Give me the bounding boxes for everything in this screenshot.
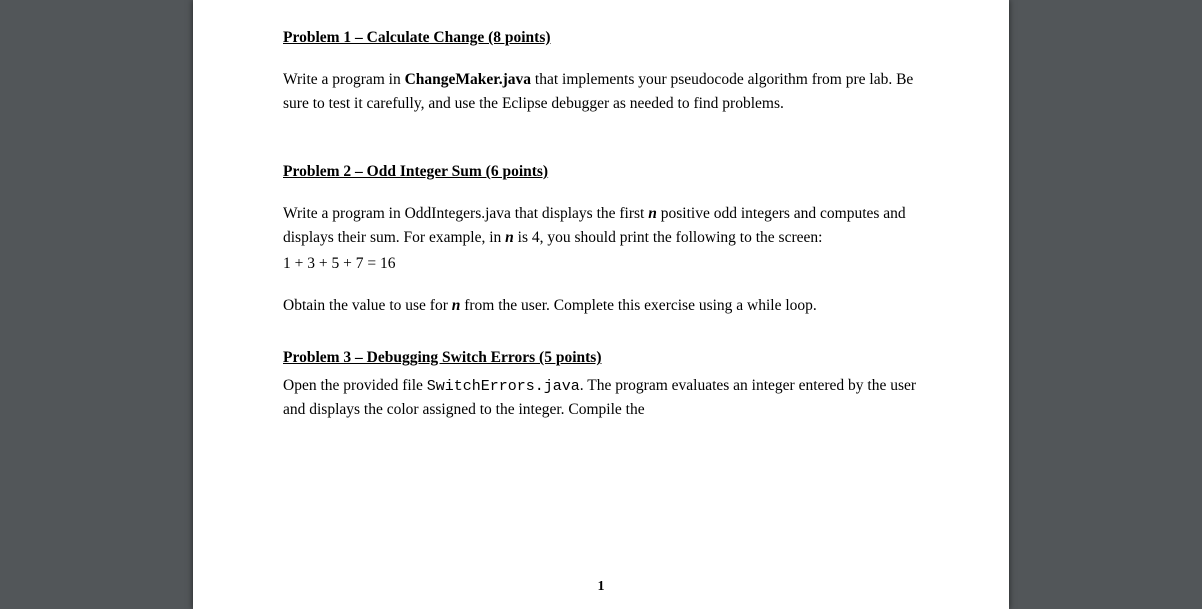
problem-2-text-e: is 4, you should print the following to …	[514, 229, 823, 246]
problem-1-filename: ChangeMaker.java	[405, 71, 531, 88]
problem-2-heading: Problem 2 – Odd Integer Sum (6 points)	[283, 160, 919, 184]
page-number: 1	[193, 579, 1009, 595]
problem-3-filename: SwitchErrors.java	[427, 378, 580, 395]
problem-1-heading: Problem 1 – Calculate Change (8 points)	[283, 26, 919, 50]
problem-2-section: Problem 2 – Odd Integer Sum (6 points) W…	[283, 160, 919, 318]
problem-2-text2-a: Obtain the value to use for	[283, 297, 452, 314]
problem-2-sample-output: 1 + 3 + 5 + 7 = 16	[283, 252, 919, 276]
document-page: Problem 1 – Calculate Change (8 points) …	[193, 0, 1009, 609]
problem-2-text2-c: from the user. Complete this exercise us…	[460, 297, 816, 314]
problem-1-paragraph: Write a program in ChangeMaker.java that…	[283, 68, 919, 116]
problem-2-text-a: Write a program in OddIntegers.java that…	[283, 205, 648, 222]
problem-3-text-a: Open the provided file	[283, 377, 427, 394]
problem-2-paragraph-2: Obtain the value to use for n from the u…	[283, 294, 919, 318]
problem-1-text-a: Write a program in	[283, 71, 405, 88]
problem-3-heading: Problem 3 – Debugging Switch Errors (5 p…	[283, 346, 919, 370]
problem-1-section: Problem 1 – Calculate Change (8 points) …	[283, 26, 919, 116]
problem-2-var-n-1: n	[648, 205, 657, 222]
problem-3-section: Problem 3 – Debugging Switch Errors (5 p…	[283, 346, 919, 422]
problem-3-paragraph: Open the provided file SwitchErrors.java…	[283, 374, 919, 422]
problem-2-paragraph-1: Write a program in OddIntegers.java that…	[283, 202, 919, 250]
page-content: Problem 1 – Calculate Change (8 points) …	[283, 26, 919, 422]
problem-2-var-n-2: n	[505, 229, 514, 246]
